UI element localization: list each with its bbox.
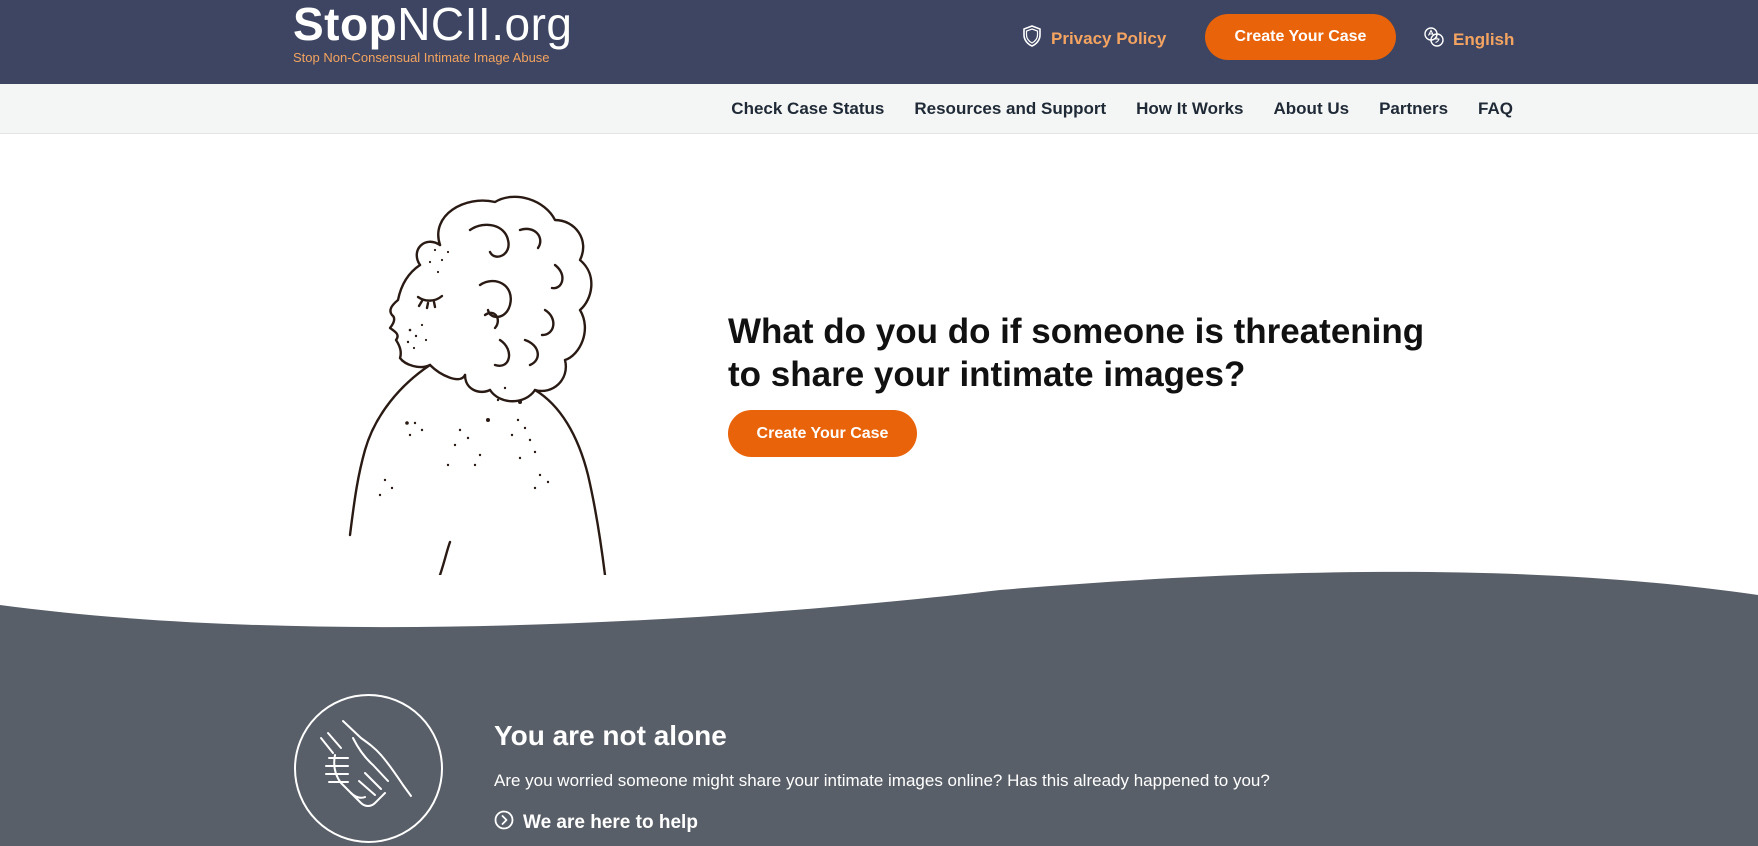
hero-question-part1: What do you do if someone is [728, 312, 1234, 351]
nav-item-check-case-status[interactable]: Check Case Status [731, 99, 884, 119]
support-title: You are not alone [494, 720, 727, 751]
language-label: English [1453, 29, 1515, 49]
wave-divider [0, 571, 1758, 846]
hero-question-part2: your intimate images? [864, 355, 1246, 394]
language-selector[interactable]: English [1423, 25, 1514, 54]
nav-item-partners[interactable]: Partners [1379, 99, 1448, 119]
logo-rest-text: NCII.org [397, 0, 573, 50]
privacy-policy-label: Privacy Policy [1051, 28, 1167, 48]
hero-question: What do you do if someone is threatening… [728, 310, 1448, 396]
nav-item-how-it-works[interactable]: How It Works [1136, 99, 1243, 119]
nav-item-about-us[interactable]: About Us [1274, 99, 1350, 119]
create-case-button-header[interactable]: Create Your Case [1205, 14, 1396, 60]
hero-section: What do you do if someone is threatening… [728, 310, 1448, 457]
site-logo[interactable]: StopNCII.org Stop Non-Consensual Intimat… [293, 0, 572, 65]
top-header: StopNCII.org Stop Non-Consensual Intimat… [0, 0, 1758, 84]
logo-wordmark: StopNCII.org [293, 0, 572, 48]
main-nav: Check Case Status Resources and Support … [0, 84, 1758, 134]
helping-hands-icon [293, 693, 444, 844]
privacy-policy-link[interactable]: Privacy Policy [1021, 24, 1166, 53]
logo-bold-text: Stop [293, 0, 398, 50]
help-link-label: We are here to help [523, 812, 698, 833]
chevron-right-circle-icon [494, 810, 514, 836]
language-icon [1423, 25, 1445, 54]
shield-icon [1021, 24, 1043, 53]
help-link[interactable]: We are here to help [494, 810, 698, 836]
nav-item-faq[interactable]: FAQ [1478, 99, 1513, 119]
logo-tagline: Stop Non-Consensual Intimate Image Abuse [293, 50, 550, 65]
create-case-button-hero[interactable]: Create Your Case [728, 410, 917, 457]
nav-item-resources-support[interactable]: Resources and Support [914, 99, 1106, 119]
hero-illustration [330, 190, 650, 577]
support-subtitle: Are you worried someone might share your… [494, 771, 1270, 790]
